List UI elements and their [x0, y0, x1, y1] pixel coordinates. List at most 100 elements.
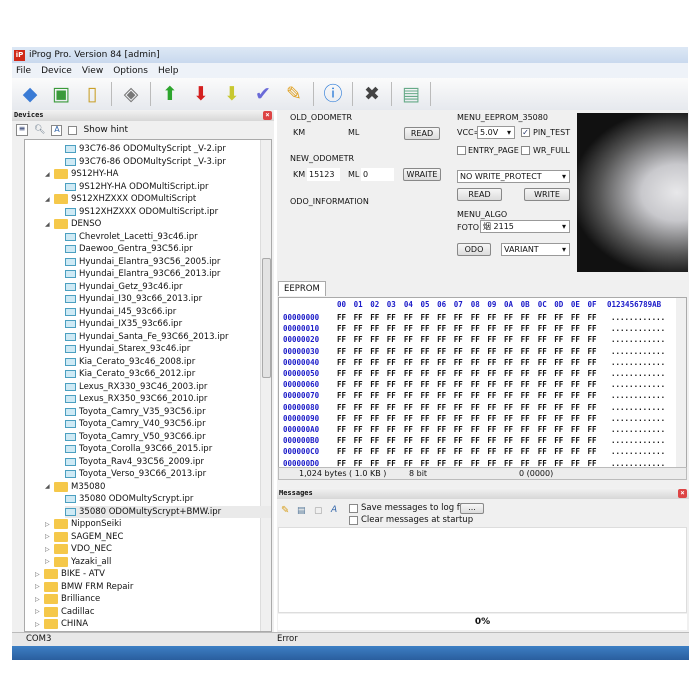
new-ml-input[interactable]: 0	[361, 168, 394, 181]
tree-file[interactable]: 9S12HY-HA ODOMultiScript.ipr	[65, 181, 208, 193]
menu-options[interactable]: Options	[113, 66, 148, 76]
save-log-checkbox[interactable]	[349, 504, 358, 513]
vcc-select[interactable]: 5.0V	[477, 126, 515, 139]
collapsed-arrow-icon[interactable]: ▷	[35, 571, 41, 578]
tree-folder[interactable]: ◢ M35080	[45, 481, 105, 493]
tree-file[interactable]: Toyota_Verso_93C66_2013.ipr	[65, 468, 206, 480]
check-icon[interactable]: ✔	[251, 82, 275, 106]
tree-file[interactable]: Kia_Cerato_93c66_2012.ipr	[65, 368, 195, 380]
tree-scrollbar[interactable]	[260, 140, 271, 631]
collapsed-arrow-icon[interactable]: ▷	[35, 621, 41, 628]
expanded-arrow-icon[interactable]: ◢	[45, 483, 51, 490]
hex-editor[interactable]: 00 01 02 03 04 05 06 07 08 09 0A 0B 0C 0D 0E 0F 01234567…	[278, 297, 687, 468]
menu-help[interactable]: Help	[158, 66, 179, 76]
menu-device[interactable]: Device	[41, 66, 72, 76]
tree-file[interactable]: Lexus_RX330_93C46_2003.ipr	[65, 381, 207, 393]
eeprom-read-button[interactable]: READ	[457, 188, 502, 201]
open-icon[interactable]: ◆	[18, 82, 42, 106]
tree-file[interactable]: Hyundai_I45_93c66.ipr	[65, 306, 176, 318]
pin-test-checkbox[interactable]: ✓	[521, 128, 530, 137]
entry-page-checkbox[interactable]	[457, 146, 466, 155]
scroll-thumb[interactable]	[262, 258, 271, 378]
tree-file[interactable]: Daewoo_Gentra_93C56.ipr	[65, 243, 193, 255]
tree-folder[interactable]: ◢ DENSO	[45, 218, 101, 230]
save-icon[interactable]: ▣	[49, 82, 73, 106]
search-icon[interactable]: 🔍︎	[34, 125, 45, 135]
tree-file[interactable]: Hyundai_Elantra_93C56_2005.ipr	[65, 256, 220, 268]
collapsed-arrow-icon[interactable]: ▷	[45, 546, 51, 553]
tree-file[interactable]: Toyota_Corolla_93C66_2015.ipr	[65, 443, 212, 455]
odo-write-button[interactable]: WRAITE	[403, 168, 441, 181]
tree-file[interactable]: 35080 ODOMultyScrypt+BMW.ipr	[65, 505, 271, 518]
tree-file[interactable]: Toyota_Rav4_93C56_2009.ipr	[65, 456, 204, 468]
browse-log-button[interactable]: ...	[460, 503, 484, 514]
menu-view[interactable]: View	[82, 66, 103, 76]
tree-folder[interactable]: ▷ Brilliance	[35, 593, 100, 605]
write-protect-select[interactable]: NO WRITE_PROTECT	[457, 170, 570, 183]
tree-folder[interactable]: ◢ 9S12HY-HA	[45, 168, 118, 180]
collapsed-arrow-icon[interactable]: ▷	[45, 533, 51, 540]
collapsed-arrow-icon[interactable]: ▷	[45, 558, 51, 565]
odo-button[interactable]: ODO	[457, 243, 491, 256]
copy-icon[interactable]: ▢	[314, 506, 323, 516]
tree-folder[interactable]: ▷ SAGEM_NEC	[45, 531, 123, 543]
odo-read-button[interactable]: READ	[404, 127, 440, 140]
tree-folder[interactable]: ▷ Cadillac	[35, 606, 95, 618]
tree-file[interactable]: Hyundai_Santa_Fe_93C66_2013.ipr	[65, 331, 229, 343]
tree-file[interactable]: Hyundai_IX35_93c66.ipr	[65, 318, 182, 330]
menu-file[interactable]: File	[16, 66, 31, 76]
font-icon[interactable]: A	[331, 505, 337, 515]
messages-log[interactable]	[278, 527, 687, 613]
expanded-arrow-icon[interactable]: ◢	[45, 171, 51, 178]
new-km-input[interactable]: 15123	[307, 168, 340, 181]
close-panel-icon[interactable]: ×	[263, 111, 272, 120]
hex-scrollbar[interactable]	[676, 298, 686, 467]
collapsed-arrow-icon[interactable]: ▷	[35, 596, 41, 603]
font-icon[interactable]: A	[51, 124, 63, 136]
tree-file[interactable]: 93C76-86 ODOMultyScript _V-3.ipr	[65, 156, 226, 168]
chip-icon[interactable]: ◈	[119, 82, 143, 106]
tree-folder[interactable]: ▷ VDO_NEC	[45, 543, 112, 555]
broom-icon[interactable]: ✎	[281, 505, 289, 516]
wr-full-checkbox[interactable]	[521, 146, 530, 155]
info-icon[interactable]: ⓘ	[321, 82, 345, 106]
show-hint-checkbox[interactable]	[68, 125, 78, 135]
close-x-icon[interactable]: ✖	[360, 82, 384, 106]
arrow-down-icon[interactable]: ⬇	[189, 82, 213, 106]
tree-file[interactable]: Kia_Cerato_93c46_2008.ipr	[65, 356, 195, 368]
save-log-icon[interactable]: ▤	[297, 506, 306, 516]
tree-file[interactable]: Toyota_Camry_V50_93C66.ipr	[65, 431, 206, 443]
close-messages-icon[interactable]: ×	[678, 489, 687, 498]
collapsed-arrow-icon[interactable]: ▷	[45, 521, 51, 528]
tree-folder[interactable]: ▷ NipponSeiki	[45, 518, 121, 530]
tree-folder[interactable]: ▷ BMW FRM Repair	[35, 581, 133, 593]
broom-icon[interactable]: ✎	[282, 82, 306, 106]
tree-file[interactable]: Hyundai_Starex_93c46.ipr	[65, 343, 190, 355]
tree-folder[interactable]: ▷ CHINA	[35, 618, 88, 630]
clear-startup-checkbox[interactable]	[349, 516, 358, 525]
tree-folder[interactable]: ▷ BIKE - ATV	[35, 568, 105, 580]
tree-folder[interactable]: ◢ 9S12XHZXXX ODOMultiScript	[45, 193, 196, 205]
tree-file[interactable]: Hyundai_I30_93c66_2013.ipr	[65, 293, 202, 305]
tree-view-icon[interactable]: ≡	[16, 124, 28, 136]
collapsed-arrow-icon[interactable]: ▷	[35, 608, 41, 615]
tree-file[interactable]: Toyota_Camry_V40_93C56.ipr	[65, 418, 206, 430]
tree-file[interactable]: 35080 ODOMultyScrypt.ipr	[65, 493, 193, 505]
tree-file[interactable]: Hyundai_Getz_93c46.ipr	[65, 281, 183, 293]
tree-folder[interactable]: ▷ Yazaki_all	[45, 556, 111, 568]
tree-file[interactable]: 9S12XHZXXX ODOMultiScript.ipr	[65, 206, 218, 218]
expanded-arrow-icon[interactable]: ◢	[45, 196, 51, 203]
arrow-up-icon[interactable]: ⬆	[158, 82, 182, 106]
new-file-icon[interactable]: ▯	[80, 82, 104, 106]
tree-file[interactable]: 93C76-86 ODOMultyScript _V-2.ipr	[65, 143, 226, 155]
tree-file[interactable]: Chevrolet_Lacetti_93c46.ipr	[65, 231, 198, 243]
algo-select[interactable]: 烟 2115	[480, 220, 570, 233]
tree-file[interactable]: Hyundai_Elantra_93C66_2013.ipr	[65, 268, 220, 280]
expanded-arrow-icon[interactable]: ◢	[45, 221, 51, 228]
calculator-icon[interactable]: ▤	[399, 82, 423, 106]
tree-file[interactable]: Toyota_Camry_V35_93C56.ipr	[65, 406, 206, 418]
tree-file[interactable]: Lexus_RX350_93C66_2010.ipr	[65, 393, 207, 405]
tab-eeprom[interactable]: EEPROM	[278, 281, 326, 296]
collapsed-arrow-icon[interactable]: ▷	[35, 583, 41, 590]
eeprom-write-button[interactable]: WRITE	[524, 188, 570, 201]
